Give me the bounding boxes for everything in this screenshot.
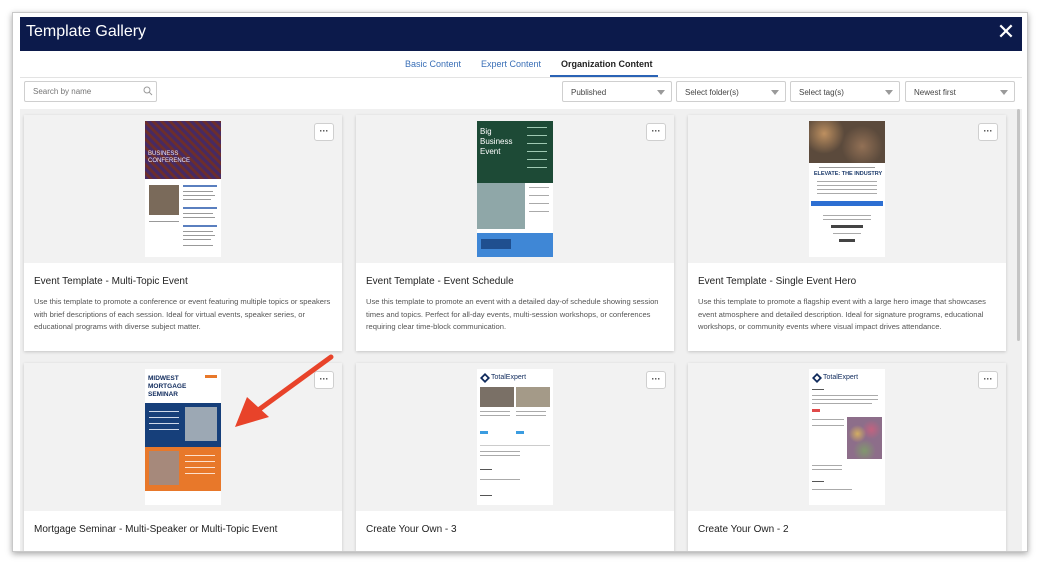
template-preview-image: MIDWEST MORTGAGE SEMINAR xyxy=(145,369,221,505)
card-title: Create Your Own - 2 xyxy=(698,524,789,535)
folder-select-value: Select folder(s) xyxy=(685,88,739,97)
template-thumbnail: TotalExpert ··· xyxy=(688,363,1006,511)
totalexpert-logo-icon xyxy=(812,373,822,383)
card-description: Use this template to promote an event wi… xyxy=(366,297,659,331)
template-preview-image: ELEVATE: THE INDUSTRY xyxy=(809,121,885,257)
tabs-divider xyxy=(20,77,1022,78)
totalexpert-logo-icon xyxy=(480,373,490,383)
search-input[interactable] xyxy=(24,81,157,102)
tab-organization-content[interactable]: Organization Content xyxy=(561,59,653,69)
tag-select[interactable]: Select tag(s) xyxy=(790,81,900,102)
thumb-headline: TotalExpert xyxy=(491,374,527,381)
tab-basic-content[interactable]: Basic Content xyxy=(405,59,461,69)
template-thumbnail: TotalExpert ··· xyxy=(356,363,674,511)
chevron-down-icon xyxy=(657,90,665,95)
template-preview-image: BUSINESS CONFERENCE xyxy=(145,121,221,257)
dialog-title: Template Gallery xyxy=(26,23,147,40)
more-options-button[interactable]: ··· xyxy=(314,123,334,141)
more-options-button[interactable]: ··· xyxy=(314,371,334,389)
card-description: Use this template to promote a flagship … xyxy=(698,297,986,331)
thumb-headline: TotalExpert xyxy=(823,374,859,381)
chevron-down-icon xyxy=(1000,90,1008,95)
folder-select[interactable]: Select folder(s) xyxy=(676,81,786,102)
sort-select[interactable]: Newest first xyxy=(905,81,1015,102)
card-title: Event Template - Multi-Topic Event xyxy=(34,276,188,287)
template-gallery-dialog: Template Gallery ✕ Basic Content Expert … xyxy=(12,12,1028,552)
scrollbar-thumb[interactable] xyxy=(1017,109,1020,341)
card-title: Event Template - Single Event Hero xyxy=(698,276,857,287)
card-title: Mortgage Seminar - Multi-Speaker or Mult… xyxy=(34,524,278,535)
chevron-down-icon xyxy=(771,90,779,95)
template-thumbnail: BUSINESS CONFERENCE ··· xyxy=(24,115,342,263)
tag-select-value: Select tag(s) xyxy=(799,88,844,97)
more-options-button[interactable]: ··· xyxy=(978,123,998,141)
template-card[interactable]: MIDWEST MORTGAGE SEMINAR ··· Mortgage Se… xyxy=(24,363,342,551)
thumb-headline: MIDWEST MORTGAGE SEMINAR xyxy=(148,375,187,398)
sort-select-value: Newest first xyxy=(914,88,956,97)
dialog-titlebar: Template Gallery ✕ xyxy=(20,17,1022,51)
template-preview-image: TotalExpert xyxy=(809,369,885,505)
template-card[interactable]: BUSINESS CONFERENCE ··· Event Template -… xyxy=(24,115,342,351)
template-preview-image: Big Business Event xyxy=(477,121,553,257)
status-select-value: Published xyxy=(571,88,607,97)
close-icon[interactable]: ✕ xyxy=(994,20,1018,44)
card-title: Event Template - Event Schedule xyxy=(366,276,514,287)
template-card[interactable]: ELEVATE: THE INDUSTRY ··· Event Template… xyxy=(688,115,1006,351)
thumb-headline: Big Business Event xyxy=(480,127,513,156)
more-options-button[interactable]: ··· xyxy=(646,123,666,141)
template-card[interactable]: TotalExpert ··· Create Your Own - 3 xyxy=(356,363,674,551)
thumb-headline: BUSINESS CONFERENCE xyxy=(148,151,191,164)
thumb-headline: ELEVATE: THE INDUSTRY xyxy=(813,171,883,177)
more-options-button[interactable]: ··· xyxy=(646,371,666,389)
template-preview-image: TotalExpert xyxy=(477,369,553,505)
tab-expert-content[interactable]: Expert Content xyxy=(481,59,541,69)
template-thumbnail: ELEVATE: THE INDUSTRY ··· xyxy=(688,115,1006,263)
template-thumbnail: MIDWEST MORTGAGE SEMINAR ··· xyxy=(24,363,342,511)
template-grid: BUSINESS CONFERENCE ··· Event Template -… xyxy=(20,109,1018,551)
template-thumbnail: Big Business Event ··· xyxy=(356,115,674,263)
content-tabs: Basic Content Expert Content Organizatio… xyxy=(13,53,1027,77)
more-options-button[interactable]: ··· xyxy=(978,371,998,389)
search-icon xyxy=(143,86,153,96)
filter-bar: Published Select folder(s) Select tag(s)… xyxy=(13,81,1027,105)
card-title: Create Your Own - 3 xyxy=(366,524,457,535)
status-select[interactable]: Published xyxy=(562,81,672,102)
template-card[interactable]: Big Business Event ··· Event Template - … xyxy=(356,115,674,351)
card-description: Use this template to promote a conferenc… xyxy=(34,297,331,331)
chevron-down-icon xyxy=(885,90,893,95)
template-card[interactable]: TotalExpert ··· Create Your Own - 2 xyxy=(688,363,1006,551)
